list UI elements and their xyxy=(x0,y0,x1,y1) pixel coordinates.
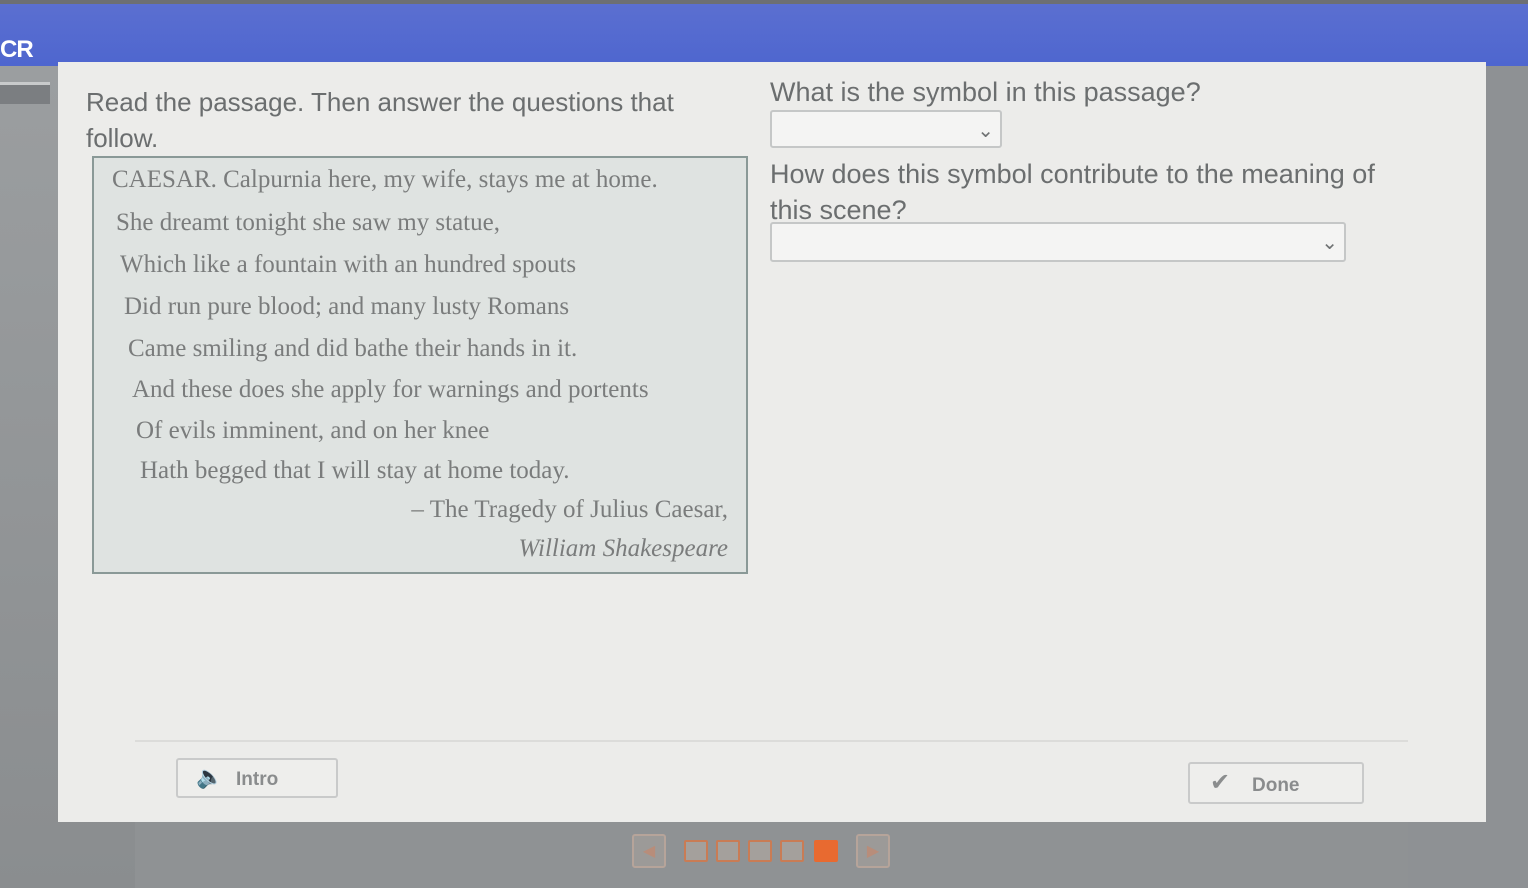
page-box-2[interactable] xyxy=(716,840,740,862)
passage-author: William Shakespeare xyxy=(518,535,728,562)
chevron-down-icon: ⌄ xyxy=(977,118,994,142)
page-box-1[interactable] xyxy=(684,840,708,862)
intro-label: Intro xyxy=(236,769,279,790)
page-box-4[interactable] xyxy=(780,840,804,862)
passage-line: She dreamt tonight she saw my statue, xyxy=(116,209,500,236)
app-label: CR xyxy=(0,36,34,63)
passage-line: And these does she apply for warnings an… xyxy=(132,376,649,403)
question-2-prompt: How does this symbol contribute to the m… xyxy=(770,159,1375,225)
page-box-3[interactable] xyxy=(748,840,772,862)
instructions: Read the passage. Then answer the questi… xyxy=(86,87,674,153)
passage-line: Hath begged that I will stay at home tod… xyxy=(140,457,570,484)
done-label: Done xyxy=(1252,775,1300,796)
footer-divider xyxy=(135,740,1408,742)
top-bar: CR xyxy=(0,0,1528,66)
chevron-right-icon: ▶ xyxy=(866,841,880,860)
intro-button[interactable]: 🔈 Intro xyxy=(176,758,338,798)
passage-line: Did run pure blood; and many lusty Roman… xyxy=(124,293,570,320)
speaker-icon: 🔈 xyxy=(196,765,224,790)
chevron-down-icon: ⌄ xyxy=(1321,230,1338,254)
checkmark-icon: ✔ xyxy=(1210,768,1231,796)
symbol-dropdown[interactable]: ⌄ xyxy=(770,110,1002,148)
done-button[interactable]: ✔ Done xyxy=(1188,762,1364,804)
next-page-button[interactable]: ▶ xyxy=(856,834,890,868)
passage-line: Which like a fountain with an hundred sp… xyxy=(120,251,577,278)
passage-box: CAESAR. Calpurnia here, my wife, stays m… xyxy=(92,156,748,574)
question-1-prompt: What is the symbol in this passage? xyxy=(770,77,1201,107)
prev-page-button[interactable]: ◀ xyxy=(632,834,666,868)
passage-line: CAESAR. Calpurnia here, my wife, stays m… xyxy=(112,166,658,193)
meaning-dropdown[interactable]: ⌄ xyxy=(770,222,1346,262)
menu-tab[interactable] xyxy=(0,82,50,104)
passage-source: – The Tragedy of Julius Caesar, xyxy=(411,496,728,523)
chevron-left-icon: ◀ xyxy=(642,841,656,860)
passage-line: Of evils imminent, and on her knee xyxy=(136,417,490,444)
page-box-5-current[interactable] xyxy=(814,840,838,862)
passage-line: Came smiling and did bathe their hands i… xyxy=(128,335,578,362)
